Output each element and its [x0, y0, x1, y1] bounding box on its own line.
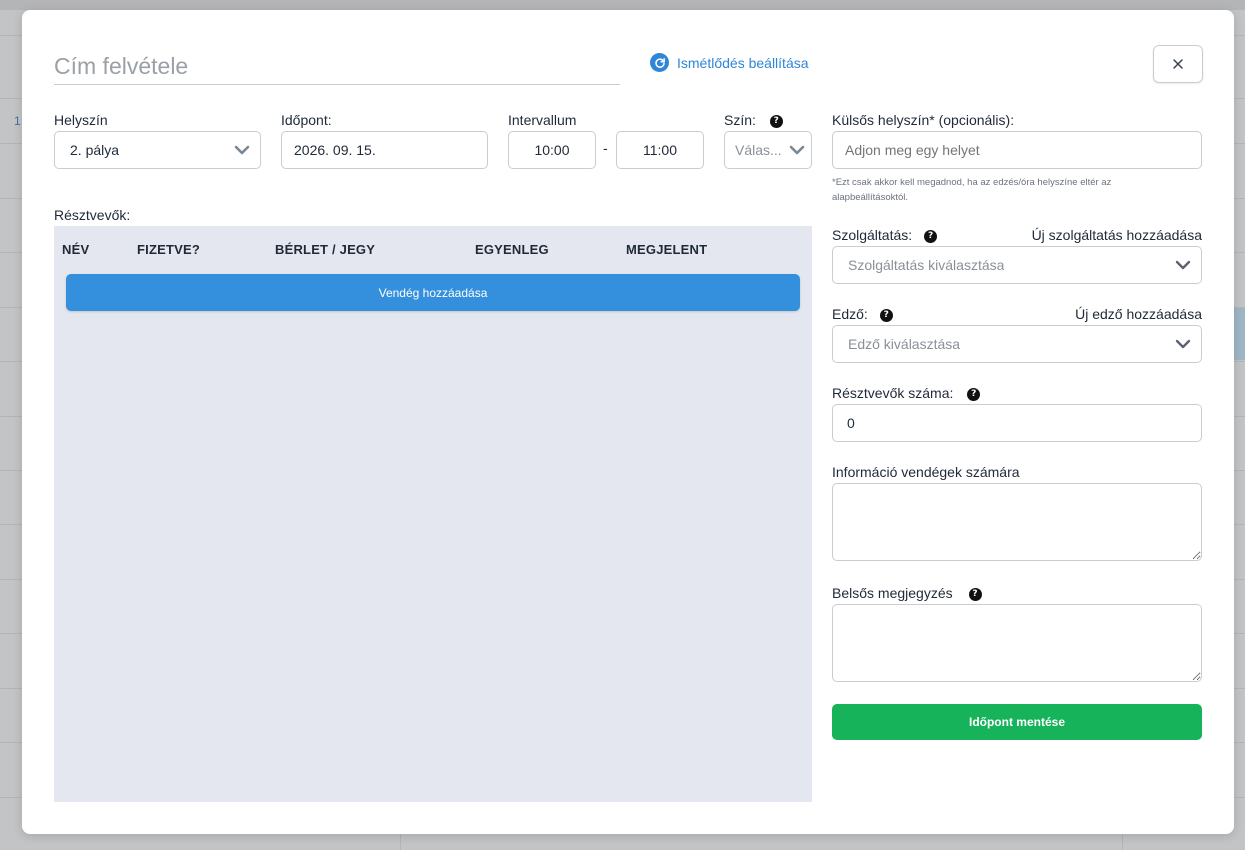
- refresh-icon: [650, 53, 669, 72]
- service-placeholder: Szolgáltatás kiválasztása: [848, 257, 1005, 273]
- add-trainer-link[interactable]: Új edző hozzáadása: [1075, 306, 1202, 322]
- repeat-settings-link[interactable]: Ismétlődés beállítása: [650, 53, 809, 72]
- location-select[interactable]: 2. pálya: [54, 131, 261, 169]
- participant-count-label: Résztvevők száma: ?: [832, 385, 981, 401]
- help-icon[interactable]: ?: [968, 587, 982, 601]
- close-button[interactable]: [1153, 45, 1203, 83]
- external-location-input[interactable]: [832, 131, 1202, 169]
- help-icon[interactable]: ?: [967, 387, 981, 401]
- date-label: Időpont:: [281, 112, 332, 128]
- background-topbar: [0, 0, 1245, 10]
- participant-count-input[interactable]: 0: [832, 404, 1202, 442]
- column-header-pass: BÉRLET / JEGY: [275, 242, 376, 257]
- color-placeholder: Válas...: [735, 142, 782, 158]
- internal-note-label: Belsős megjegyzés ?: [832, 585, 982, 601]
- column-header-paid: FIZETVE?: [137, 242, 200, 257]
- internal-note-textarea[interactable]: [832, 604, 1202, 682]
- color-select[interactable]: Válas...: [724, 131, 812, 169]
- trainer-placeholder: Edző kiválasztása: [848, 336, 961, 352]
- participants-label: Résztvevők:: [54, 207, 131, 223]
- service-label: Szolgáltatás: ?: [832, 227, 938, 243]
- guest-info-label: Információ vendégek számára: [832, 464, 1020, 480]
- column-header-balance: EGYENLEG: [475, 242, 549, 257]
- start-time-input[interactable]: 10:00: [508, 131, 596, 169]
- trainer-select[interactable]: Edző kiválasztása: [832, 325, 1202, 363]
- column-header-attended: MEGJELENT: [626, 242, 708, 257]
- add-service-link[interactable]: Új szolgáltatás hozzáadása: [1032, 227, 1202, 243]
- event-modal: Ismétlődés beállítása Helyszín 2. pálya …: [22, 10, 1234, 834]
- help-icon[interactable]: ?: [924, 229, 938, 243]
- date-input[interactable]: 2026. 09. 15.: [281, 131, 488, 169]
- save-appointment-button[interactable]: Időpont mentése: [832, 704, 1202, 740]
- interval-label: Intervallum: [508, 112, 577, 128]
- location-value: 2. pálya: [70, 142, 120, 158]
- start-time-value: 10:00: [534, 142, 570, 158]
- background-row-label: 1: [14, 114, 21, 128]
- external-location-hint: *Ezt csak akkor kell megadnod, ha az edz…: [832, 177, 1112, 203]
- chevron-down-icon: [1175, 339, 1191, 349]
- help-icon[interactable]: ?: [769, 114, 783, 128]
- interval-separator: -: [603, 140, 608, 156]
- guest-info-textarea[interactable]: [832, 483, 1202, 561]
- end-time-value: 11:00: [643, 142, 677, 158]
- external-location-label: Külsős helyszín* (opcionális):: [832, 112, 1015, 128]
- end-time-input[interactable]: 11:00: [616, 131, 704, 169]
- chevron-down-icon: [234, 145, 250, 155]
- chevron-down-icon: [789, 145, 805, 155]
- color-label: Szín: ?: [724, 112, 783, 128]
- help-icon[interactable]: ?: [879, 308, 893, 322]
- date-value: 2026. 09. 15.: [294, 142, 376, 158]
- service-select[interactable]: Szolgáltatás kiválasztása: [832, 246, 1202, 284]
- title-input[interactable]: [54, 48, 620, 85]
- location-label: Helyszín: [54, 112, 108, 128]
- close-icon: [1173, 59, 1183, 69]
- trainer-label: Edző: ?: [832, 306, 893, 322]
- chevron-down-icon: [1175, 260, 1191, 270]
- participant-count-value: 0: [847, 415, 855, 431]
- participants-panel: NÉV FIZETVE? BÉRLET / JEGY EGYENLEG MEGJ…: [54, 226, 812, 802]
- add-guest-button[interactable]: Vendég hozzáadása: [66, 274, 800, 311]
- background-event: [1233, 308, 1245, 360]
- column-header-name: NÉV: [62, 242, 90, 257]
- repeat-settings-label: Ismétlődés beállítása: [677, 54, 809, 71]
